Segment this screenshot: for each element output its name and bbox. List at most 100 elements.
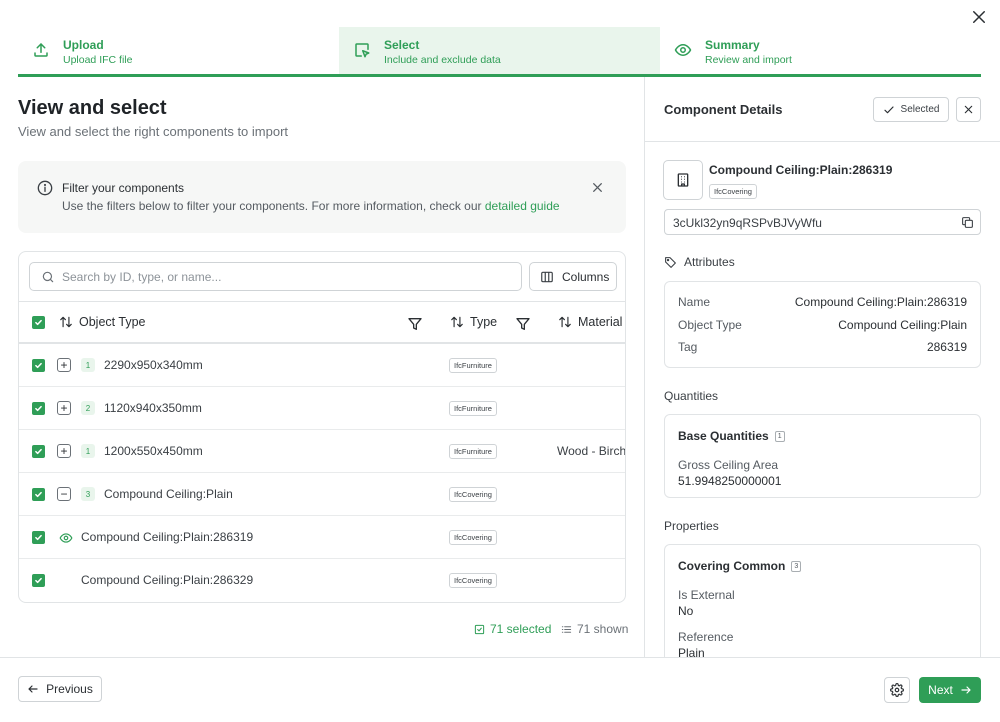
quantities-label: Quantities [664,389,719,403]
expand-button[interactable]: + [57,444,71,458]
search-box [29,262,522,291]
search-input[interactable] [62,267,512,287]
quantity-count-badge: 1 [774,430,785,442]
previous-button[interactable]: Previous [18,676,102,702]
columns-button[interactable]: Columns [529,262,617,291]
list-icon [561,624,572,635]
eye-icon [674,41,692,59]
copy-icon[interactable] [961,216,974,229]
properties-label: Properties [664,519,719,533]
info-description: Use the filters below to filter your com… [62,199,560,213]
table-row[interactable]: + 1 1200x550x450mm IfcFurniture Wood - B… [19,430,625,473]
page-subtitle: View and select the right components to … [18,124,289,139]
close-icon [964,105,973,114]
table-row[interactable]: + 2 1120x940x350mm IfcFurniture [19,387,625,430]
step-summary[interactable]: Summary Review and import [660,27,981,74]
collapse-button[interactable]: − [57,487,71,501]
selected-button-label: Selected [900,104,940,115]
select-all-checkbox[interactable] [32,316,45,329]
header-object-type[interactable]: Object Type [59,315,145,329]
quantities-section-header: Quantities [664,389,718,403]
selected-text: 71 selected [490,622,552,636]
step-title: Summary [705,38,760,52]
row-checkbox[interactable] [32,488,45,501]
row-checkbox[interactable] [32,402,45,415]
attr-key: Name [678,295,711,309]
step-title: Select [384,38,420,52]
attributes-section-header: Attributes [664,255,735,269]
guid-field: 3cUkl32yn9qRSPvBJVyWfu [664,209,981,235]
quantity-label: Gross Ceiling Area [678,458,779,472]
gear-icon [890,683,904,697]
quantities-card: Base Quantities 1 Gross Ceiling Area 51.… [664,414,981,498]
selected-toggle-button[interactable]: Selected [873,97,949,122]
header-type[interactable]: Type [450,315,497,329]
count-badge: 3 [81,487,95,501]
close-dialog-icon[interactable] [970,8,988,26]
attr-value: 286319 [926,340,967,354]
row-checkbox[interactable] [32,445,45,458]
type-tag: IfcFurniture [449,401,497,416]
table-row-selected[interactable]: Compound Ceiling:Plain:286319 IfcCoverin… [19,516,625,559]
attributes-label: Attributes [684,255,735,269]
header-material[interactable]: Material [558,315,622,329]
quantity-group-name: Base Quantities [678,429,769,443]
row-name: Compound Ceiling:Plain:286329 [81,573,254,587]
table-row[interactable]: Compound Ceiling:Plain:286329 IfcCoverin… [19,559,625,602]
shown-text: 71 shown [577,622,629,636]
attr-key: Object Type [678,318,742,332]
row-checkbox[interactable] [32,359,45,372]
type-tag: IfcCovering [449,530,497,545]
settings-button[interactable] [884,677,910,703]
property-label: Is External [678,588,735,602]
step-upload[interactable]: Upload Upload IFC file [18,27,339,74]
footer-divider [0,657,1000,658]
filter-info-banner: Filter your components Use the filters b… [18,161,626,233]
eye-icon[interactable] [59,531,73,545]
previous-label: Previous [46,682,93,696]
property-group-name: Covering Common [678,559,786,573]
expand-button[interactable]: + [57,358,71,372]
search-icon [41,270,55,284]
type-tag: IfcCovering [449,573,497,588]
properties-card: Covering Common 3 Is External No Referen… [664,544,981,660]
step-subtitle: Review and import [705,54,792,66]
quantity-group-title: Base Quantities 1 [678,429,785,443]
detailed-guide-link[interactable]: detailed guide [485,199,560,213]
row-checkbox[interactable] [32,531,45,544]
selected-count: 71 selected [474,622,551,636]
filter-icon[interactable] [407,316,423,332]
count-badge: 1 [81,444,95,458]
details-title: Component Details [664,102,783,117]
page-title: View and select [18,97,167,119]
row-name: Compound Ceiling:Plain:286319 [81,530,254,544]
close-panel-button[interactable] [956,97,981,122]
properties-section-header: Properties [664,519,719,533]
quantity-value: 51.9948250000001 [678,474,782,488]
type-tag: IfcFurniture [449,444,497,459]
row-name: 1120x940x350mm [104,401,202,415]
expand-button[interactable]: + [57,401,71,415]
component-name: Compound Ceiling:Plain:286319 [709,163,893,177]
table-row[interactable]: + 1 2290x950x340mm IfcFurniture [19,344,625,387]
type-tag: IfcCovering [449,487,497,502]
header-label: Material [578,315,623,329]
table-row[interactable]: − 3 Compound Ceiling:Plain IfcCovering [19,473,625,516]
type-tag: IfcFurniture [449,358,497,373]
shown-count: 71 shown [561,622,628,636]
info-description-text: Use the filters below to filter your com… [62,199,485,213]
details-divider [645,141,1000,142]
step-subtitle: Upload IFC file [63,54,133,66]
close-banner-icon[interactable] [591,181,604,194]
columns-button-label: Columns [562,269,610,284]
property-label: Reference [678,630,734,644]
header-label: Type [470,315,498,329]
next-label: Next [928,683,953,697]
row-checkbox[interactable] [32,574,45,587]
row-name: 2290x950x340mm [104,358,203,372]
next-button[interactable]: Next [919,677,981,703]
info-icon [37,180,53,196]
step-select[interactable]: Select Include and exclude data [339,27,660,74]
property-count-badge: 3 [791,560,802,572]
filter-icon[interactable] [515,316,531,332]
